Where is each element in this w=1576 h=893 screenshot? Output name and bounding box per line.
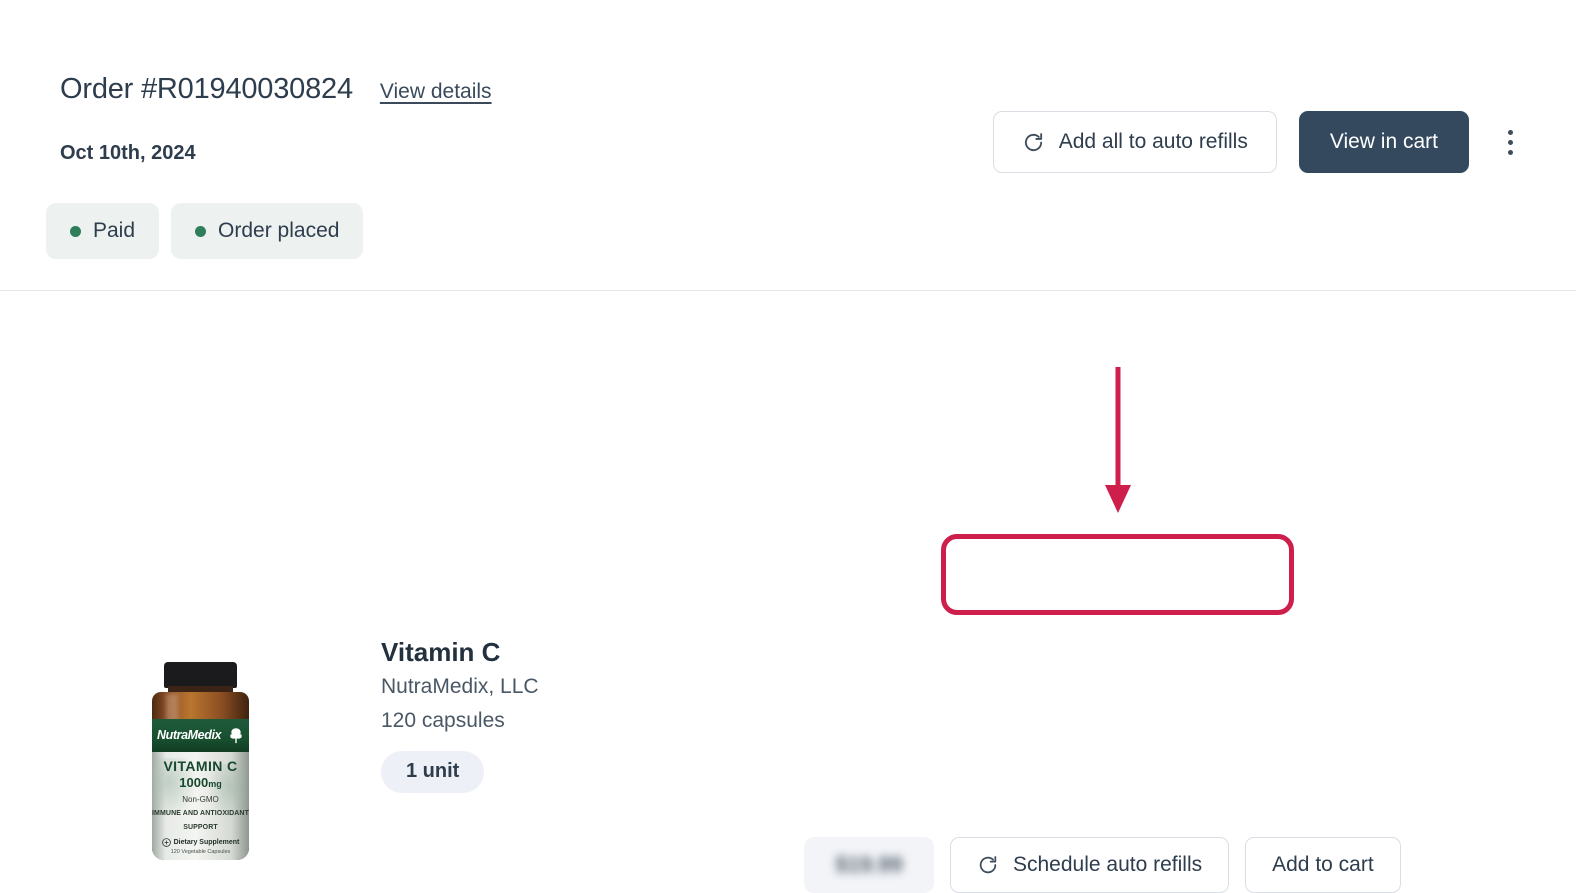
quantity-badge: 1 unit (381, 750, 485, 793)
bottle-label-supplement: Dietary Supplement (152, 838, 249, 847)
bottle-label-title: VITAMIN C (163, 758, 238, 774)
bottle-label-dose: 1000mg (152, 774, 249, 792)
order-status-badges: Paid Order placed (46, 203, 364, 259)
bottle-label-supplement-text: Dietary Supplement (173, 839, 240, 847)
add-to-cart-label: Add to cart (1272, 853, 1374, 876)
kebab-dot (1507, 149, 1513, 155)
refresh-icon (1024, 132, 1042, 151)
bottle-front-label: VITAMIN C 1000mg Non-GMO IMMUNE AND ANTI… (152, 752, 249, 860)
product-brand: NutraMedix, LLC (381, 674, 539, 698)
product-name: Vitamin C (381, 637, 501, 667)
bottle-cap (164, 662, 237, 688)
order-date: Oct 10th, 2024 (60, 142, 196, 164)
bottle-body: NutraMedix VITAMIN C 1000mg Non-GMO IMMU… (152, 692, 249, 860)
schedule-auto-refills-wrapper: Schedule auto refills (950, 837, 1230, 893)
status-badge-label: Order placed (218, 219, 340, 242)
item-price-value: $19.99 (835, 852, 903, 877)
order-card: Order #R01940030824 View details Oct 10t… (0, 0, 1576, 893)
bottle-label-count: 120 Vegetable Capsules (170, 849, 231, 856)
supplement-bottle-illustration: NutraMedix VITAMIN C 1000mg Non-GMO IMMU… (150, 662, 251, 860)
product-image: NutraMedix VITAMIN C 1000mg Non-GMO IMMU… (150, 662, 251, 860)
tree-logo-icon (230, 728, 242, 744)
status-badge-paid: Paid (46, 203, 160, 259)
bottle-label-dose-value: 1000 (179, 775, 209, 791)
bottle-label-non-gmo: Non-GMO (182, 794, 219, 804)
kebab-menu-icon[interactable] (1493, 111, 1527, 173)
schedule-auto-refills-button[interactable]: Schedule auto refills (950, 837, 1230, 893)
order-number: Order #R01940030824 (60, 73, 353, 105)
bottle-brand-band: NutraMedix (152, 719, 249, 752)
status-badge-order-placed: Order placed (171, 203, 364, 259)
refresh-icon (979, 856, 997, 874)
item-price: $19.99 (804, 837, 934, 893)
add-to-cart-button[interactable]: Add to cart (1245, 837, 1401, 893)
order-item-row: NutraMedix VITAMIN C 1000mg Non-GMO IMMU… (0, 291, 1576, 893)
view-in-cart-label: View in cart (1329, 130, 1438, 153)
add-all-to-auto-refills-button[interactable]: Add all to auto refills (992, 111, 1277, 173)
bottle-label-support-claim: IMMUNE AND ANTIOXIDANT SUPPORT (152, 810, 249, 832)
kebab-dot (1507, 139, 1513, 145)
status-dot-icon (195, 225, 207, 237)
product-size: 120 capsules (381, 709, 505, 733)
order-header-actions: Add all to auto refills View in cart (992, 111, 1576, 173)
bottle-brand-text: NutraMedix (157, 728, 222, 743)
add-all-to-auto-refills-label: Add all to auto refills (1058, 130, 1248, 153)
item-action-row: $19.99 Schedule auto refills Add to cart (804, 837, 1401, 893)
product-info: Vitamin C NutraMedix, LLC 120 capsules 1… (381, 635, 761, 793)
supplement-seal-icon (161, 838, 171, 847)
status-dot-icon (70, 225, 81, 237)
schedule-auto-refills-label: Schedule auto refills (1013, 853, 1203, 876)
view-in-cart-button[interactable]: View in cart (1298, 111, 1469, 173)
bottle-label-dose-unit: mg (208, 779, 222, 790)
order-title-row: Order #R01940030824 View details (60, 73, 492, 106)
kebab-dot (1507, 129, 1513, 135)
view-details-link[interactable]: View details (380, 80, 492, 104)
status-badge-label: Paid (93, 219, 136, 242)
order-header: Order #R01940030824 View details Oct 10t… (0, 0, 1576, 290)
